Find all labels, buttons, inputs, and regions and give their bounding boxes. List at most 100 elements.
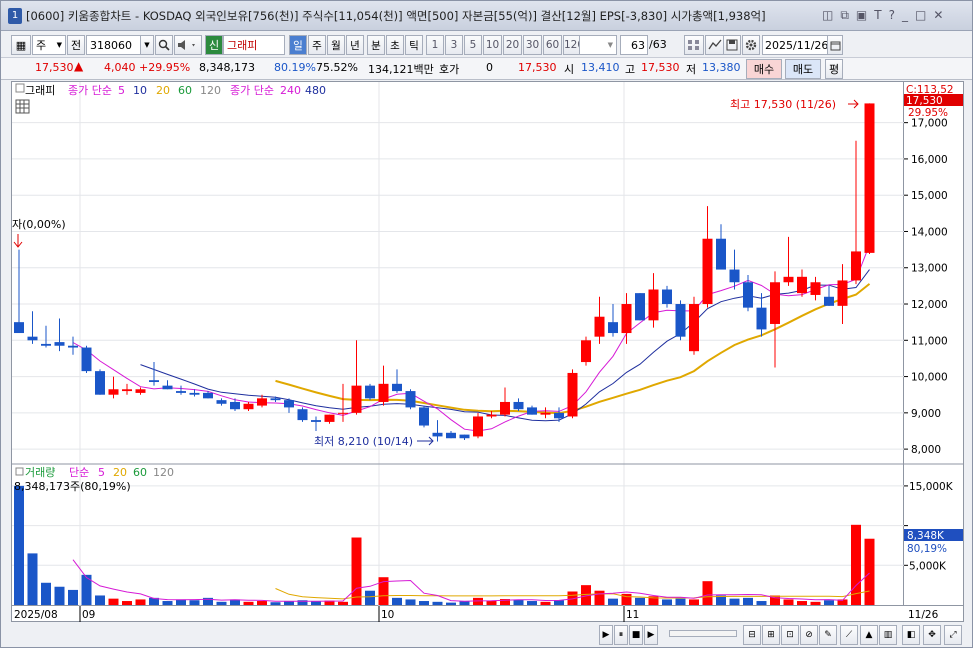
grid-toggle-icon[interactable] xyxy=(15,99,30,114)
candle-body xyxy=(743,282,753,308)
save-icon[interactable] xyxy=(723,35,741,55)
period-year-button[interactable]: 년 xyxy=(346,35,364,55)
legend-ma-480: 480 xyxy=(305,84,326,97)
candle xyxy=(648,273,659,328)
interval-1-button[interactable]: 1 xyxy=(426,35,444,55)
candle-body xyxy=(851,251,861,281)
candle xyxy=(770,271,780,368)
fit-icon[interactable]: ⊡ xyxy=(781,625,799,645)
candle-body xyxy=(122,389,132,392)
volume-bar xyxy=(527,601,537,605)
period-day-button[interactable]: 일 xyxy=(289,35,307,55)
play-icon[interactable]: ▶ xyxy=(644,625,658,645)
text-icon[interactable]: T xyxy=(874,8,881,23)
volume-bar xyxy=(702,581,713,605)
period-week-button[interactable]: 주 xyxy=(308,35,326,55)
close-icon[interactable]: ✕ xyxy=(933,8,943,23)
volume-bar xyxy=(540,601,551,605)
sell-button[interactable]: 매도 xyxy=(785,59,821,79)
menu-grid-icon[interactable]: ▦ xyxy=(11,35,31,55)
pan-icon[interactable]: ✥ xyxy=(923,625,941,645)
legend-toggle-icon[interactable] xyxy=(15,83,25,93)
chart-svg[interactable]: 그래피 종가 단순 5 10 20 60 120 종가 단순 240 480 거… xyxy=(12,82,905,607)
chart-area[interactable]: 그래피 종가 단순 5 10 20 60 120 종가 단순 240 480 거… xyxy=(11,81,905,607)
volume-bar xyxy=(162,601,173,605)
crosshair-icon[interactable] xyxy=(684,35,704,55)
high-label: 고 xyxy=(625,63,636,76)
scroll-slider[interactable] xyxy=(669,630,737,637)
quote-bar: 17,530 ▲ 4,040 +29.95% 8,348,173 80.19% … xyxy=(1,58,972,80)
price-axis: 17,000 16,000 15,000 14,000 13,000 12,000 11,0… xyxy=(904,81,964,606)
scroll-end-icon[interactable]: ⤢ xyxy=(944,625,962,645)
date-label-2025-08: 2025/08 xyxy=(14,609,58,621)
interval-3-button[interactable]: 3 xyxy=(445,35,463,55)
interval-20-button[interactable]: 20 xyxy=(503,35,522,55)
interval-60-button[interactable]: 60 xyxy=(543,35,562,55)
chart-window: 1 [0600] 키움종합차트 - KOSDAQ 외국인보유[756(천)] 주… xyxy=(0,0,973,648)
legend-ma1-label: 종가 단순 xyxy=(68,84,112,97)
code-dropdown-icon[interactable]: ▼ xyxy=(140,35,154,55)
interval-10-button[interactable]: 10 xyxy=(483,35,502,55)
candle-body xyxy=(81,347,92,372)
calendar-icon[interactable] xyxy=(827,35,843,55)
volume-bar xyxy=(662,599,672,605)
interval-custom-select[interactable]: ▼ xyxy=(579,35,617,55)
eval-button[interactable]: 평 xyxy=(825,59,843,79)
period-minute-button[interactable]: 분 xyxy=(367,35,385,55)
legend-ma-5: 5 xyxy=(118,84,125,97)
volume-bar xyxy=(338,601,348,605)
interval-5-button[interactable]: 5 xyxy=(464,35,482,55)
minimize-icon[interactable]: _ xyxy=(902,8,908,23)
layout-icon[interactable]: ◫ xyxy=(822,8,833,23)
volume-bar xyxy=(554,600,564,605)
trend-tool-icon[interactable]: ⟋ xyxy=(840,625,858,645)
sound-icon[interactable] xyxy=(174,35,202,55)
period-month-button[interactable]: 월 xyxy=(327,35,345,55)
gear-icon[interactable] xyxy=(742,35,760,55)
prev-button[interactable]: 전 xyxy=(67,35,85,55)
interval-30-button[interactable]: 30 xyxy=(523,35,542,55)
count-input[interactable]: 63 xyxy=(620,35,648,55)
candle xyxy=(567,369,578,419)
price-tick-label: 10,000 xyxy=(911,372,948,384)
volume-legend-toggle-icon[interactable] xyxy=(15,467,24,476)
help-icon[interactable]: ? xyxy=(889,8,895,23)
buy-button[interactable]: 매수 xyxy=(746,59,782,79)
candle-body xyxy=(365,385,375,399)
period-select[interactable]: 주 ▼ xyxy=(32,35,66,55)
volume-bar xyxy=(608,598,618,605)
copy-window-icon[interactable]: ⧉ xyxy=(840,8,849,23)
zoom-in-icon[interactable]: ⊞ xyxy=(762,625,780,645)
period-second-button[interactable]: 초 xyxy=(386,35,404,55)
scroll-right-icon[interactable]: ▶ xyxy=(599,625,613,645)
volume-bar xyxy=(135,599,146,605)
date-input[interactable]: 2025/11/26 xyxy=(762,35,828,55)
candle-body xyxy=(459,434,470,439)
frame-icon[interactable]: ▣ xyxy=(856,8,867,23)
stop-icon[interactable]: ■ xyxy=(629,625,643,645)
low-arrow-icon xyxy=(417,436,434,446)
search-icon[interactable] xyxy=(155,35,173,55)
split-icon[interactable]: ◧ xyxy=(902,625,920,645)
bar-chart-icon[interactable]: ▥ xyxy=(879,625,897,645)
date-label-last: 11/26 xyxy=(908,609,939,621)
candle-body xyxy=(486,414,497,417)
zoom-out-icon[interactable]: ⊟ xyxy=(743,625,761,645)
period-tick-button[interactable]: 틱 xyxy=(405,35,423,55)
draw-icon[interactable]: ✎ xyxy=(819,625,837,645)
low-annotation: 최저 8,210 (10/14) xyxy=(314,435,413,448)
mountain-icon[interactable]: ▲ xyxy=(860,625,878,645)
volume-ma-60: 60 xyxy=(133,466,147,479)
candle xyxy=(27,311,38,344)
candle-body xyxy=(716,238,726,270)
legend-ma-240: 240 xyxy=(280,84,301,97)
hoga-value: 0 xyxy=(486,61,493,74)
maximize-icon[interactable]: □ xyxy=(915,8,926,23)
current-volume-pct-label: 80,19% xyxy=(907,543,947,555)
date-axis: 2025/08 09 10 11 11/26 xyxy=(11,606,964,622)
reset-icon[interactable]: ⊘ xyxy=(800,625,818,645)
legend-stock-label: 그래피 xyxy=(25,84,55,97)
pause-icon[interactable]: ⏸ xyxy=(614,625,628,645)
candle-body xyxy=(581,340,591,363)
trend-icon[interactable] xyxy=(705,35,725,55)
